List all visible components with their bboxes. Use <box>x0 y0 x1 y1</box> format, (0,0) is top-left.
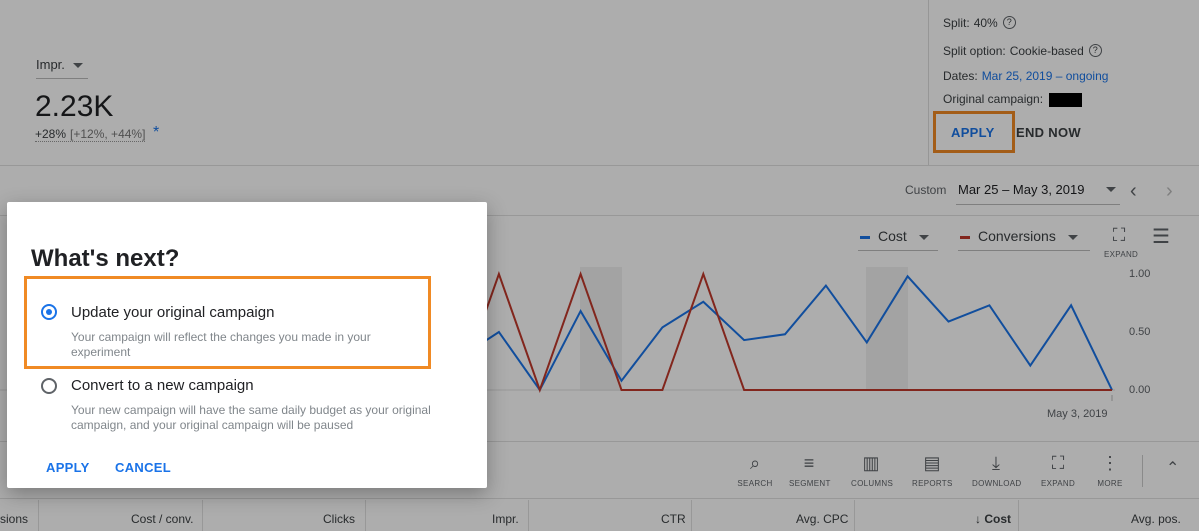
dialog-cancel-button[interactable]: CANCEL <box>115 460 171 475</box>
option-label: Convert to a new campaign <box>71 377 254 394</box>
whats-next-dialog: What's next? Update your original campai… <box>7 202 487 488</box>
dialog-apply-button[interactable]: APPLY <box>46 460 90 475</box>
dialog-title: What's next? <box>31 245 180 272</box>
option-label: Update your original campaign <box>71 304 275 321</box>
option-description: Your campaign will reflect the changes y… <box>71 330 371 359</box>
option-description: Your new campaign will have the same dai… <box>71 403 431 432</box>
radio-selected[interactable] <box>41 304 57 320</box>
radio-unselected[interactable] <box>41 378 57 394</box>
